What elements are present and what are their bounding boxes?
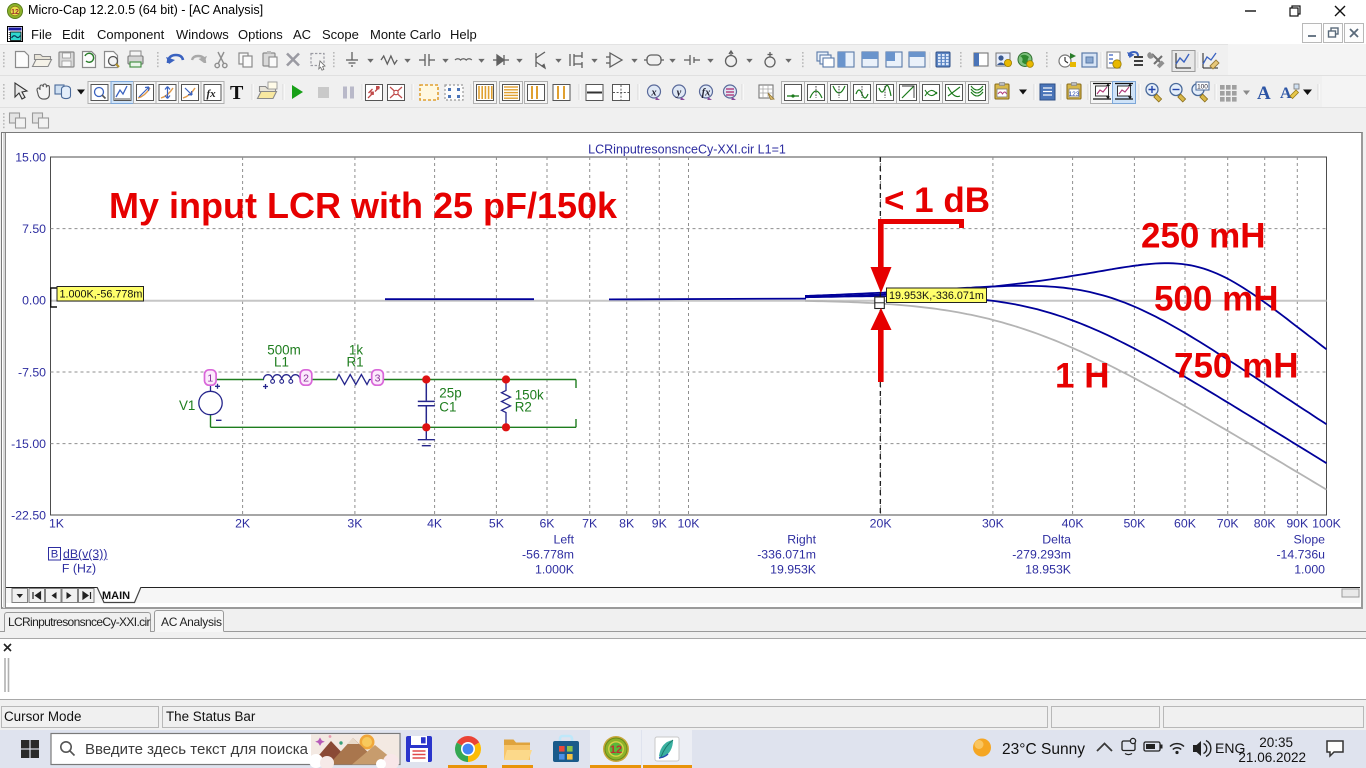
svg-text:7.50: 7.50 (22, 222, 46, 236)
svg-text:x: x (650, 88, 656, 99)
svg-text:20:35: 20:35 (1259, 735, 1293, 750)
svg-text:-14.736u: -14.736u (1276, 548, 1325, 562)
svg-text:500 mH: 500 mH (1154, 280, 1279, 319)
svg-text:y: y (675, 88, 682, 99)
svg-text:-279.293m: -279.293m (1012, 548, 1071, 562)
svg-text:1.000K,-56.778m: 1.000K,-56.778m (60, 289, 143, 301)
svg-text:80K: 80K (1254, 517, 1277, 531)
svg-text:100K: 100K (1312, 517, 1342, 531)
svg-text:3K: 3K (347, 517, 363, 531)
svg-text:B: B (51, 549, 59, 561)
svg-text:50K: 50K (1123, 517, 1146, 531)
svg-text:fx: fx (207, 88, 217, 100)
svg-text:4K: 4K (427, 517, 443, 531)
svg-text:Slope: Slope (1294, 533, 1326, 547)
svg-text:V1: V1 (179, 398, 195, 413)
svg-text:12: 12 (610, 744, 622, 756)
svg-text:5K: 5K (489, 517, 505, 531)
svg-text:1K: 1K (49, 517, 65, 531)
svg-text:3: 3 (375, 372, 381, 384)
svg-text:My input LCR with 25 pF/150k: My input LCR with 25 pF/150k (109, 185, 618, 226)
svg-text:Delta: Delta (1042, 533, 1071, 547)
svg-text:-336.071m: -336.071m (757, 548, 816, 562)
svg-text:R1: R1 (346, 355, 363, 370)
svg-text:12: 12 (11, 9, 19, 16)
svg-text:750 mH: 750 mH (1174, 347, 1299, 386)
svg-text:30K: 30K (982, 517, 1005, 531)
svg-text:F (Hz): F (Hz) (62, 562, 96, 576)
svg-text:L1: L1 (274, 355, 289, 370)
svg-text:LCRinputresonsnceCy-XXI.cir L1: LCRinputresonsnceCy-XXI.cir L1=1 (588, 143, 786, 157)
svg-text:Введите здесь текст для поиска: Введите здесь текст для поиска (85, 741, 309, 758)
svg-text:R2: R2 (515, 400, 532, 415)
svg-text:-7.50: -7.50 (18, 365, 46, 379)
svg-text:A: A (1280, 85, 1292, 102)
svg-text:Sunny: Sunny (1041, 741, 1085, 758)
svg-text:25p: 25p (439, 386, 461, 401)
svg-text:18.953K: 18.953K (1025, 563, 1072, 577)
svg-text:9K: 9K (652, 517, 668, 531)
svg-text:fx: fx (702, 88, 711, 99)
svg-text:19.953K,-336.071m: 19.953K,-336.071m (889, 290, 984, 302)
svg-text:1.000K: 1.000K (535, 563, 575, 577)
svg-text:250 mH: 250 mH (1141, 217, 1266, 256)
svg-text:0.00: 0.00 (22, 294, 46, 308)
svg-text:123: 123 (1069, 91, 1080, 98)
svg-text:2K: 2K (235, 517, 251, 531)
svg-text:70K: 70K (1217, 517, 1240, 531)
svg-text:7K: 7K (582, 517, 598, 531)
svg-text:-15.00: -15.00 (11, 437, 46, 451)
svg-text:2: 2 (303, 372, 309, 384)
svg-text:20K: 20K (870, 517, 893, 531)
svg-text:T: T (230, 82, 244, 104)
svg-text:dB(v(3)): dB(v(3)) (63, 547, 107, 561)
svg-text:1: 1 (207, 372, 213, 384)
svg-text:8K: 8K (619, 517, 635, 531)
svg-text:10K: 10K (678, 517, 701, 531)
svg-text:MAIN: MAIN (102, 590, 130, 602)
svg-text:-56.778m: -56.778m (522, 548, 574, 562)
svg-text:-22.50: -22.50 (11, 508, 46, 522)
svg-text:6K: 6K (539, 517, 555, 531)
svg-text:A: A (1257, 83, 1271, 104)
svg-text:100: 100 (1197, 84, 1208, 91)
svg-text:1.000: 1.000 (1294, 563, 1325, 577)
svg-text:40K: 40K (1062, 517, 1085, 531)
svg-text:19.953K: 19.953K (770, 563, 817, 577)
svg-text:< 1 dB: < 1 dB (884, 181, 990, 220)
svg-text:60K: 60K (1174, 517, 1197, 531)
svg-text:15.00: 15.00 (15, 150, 46, 164)
svg-text:Left: Left (553, 533, 574, 547)
svg-text:Right: Right (787, 533, 816, 547)
svg-text:1 H: 1 H (1055, 357, 1109, 396)
svg-text:C1: C1 (439, 400, 456, 415)
svg-text:23°C: 23°C (1002, 741, 1037, 758)
svg-text:90K: 90K (1286, 517, 1309, 531)
svg-text:21.06.2022: 21.06.2022 (1238, 750, 1306, 765)
